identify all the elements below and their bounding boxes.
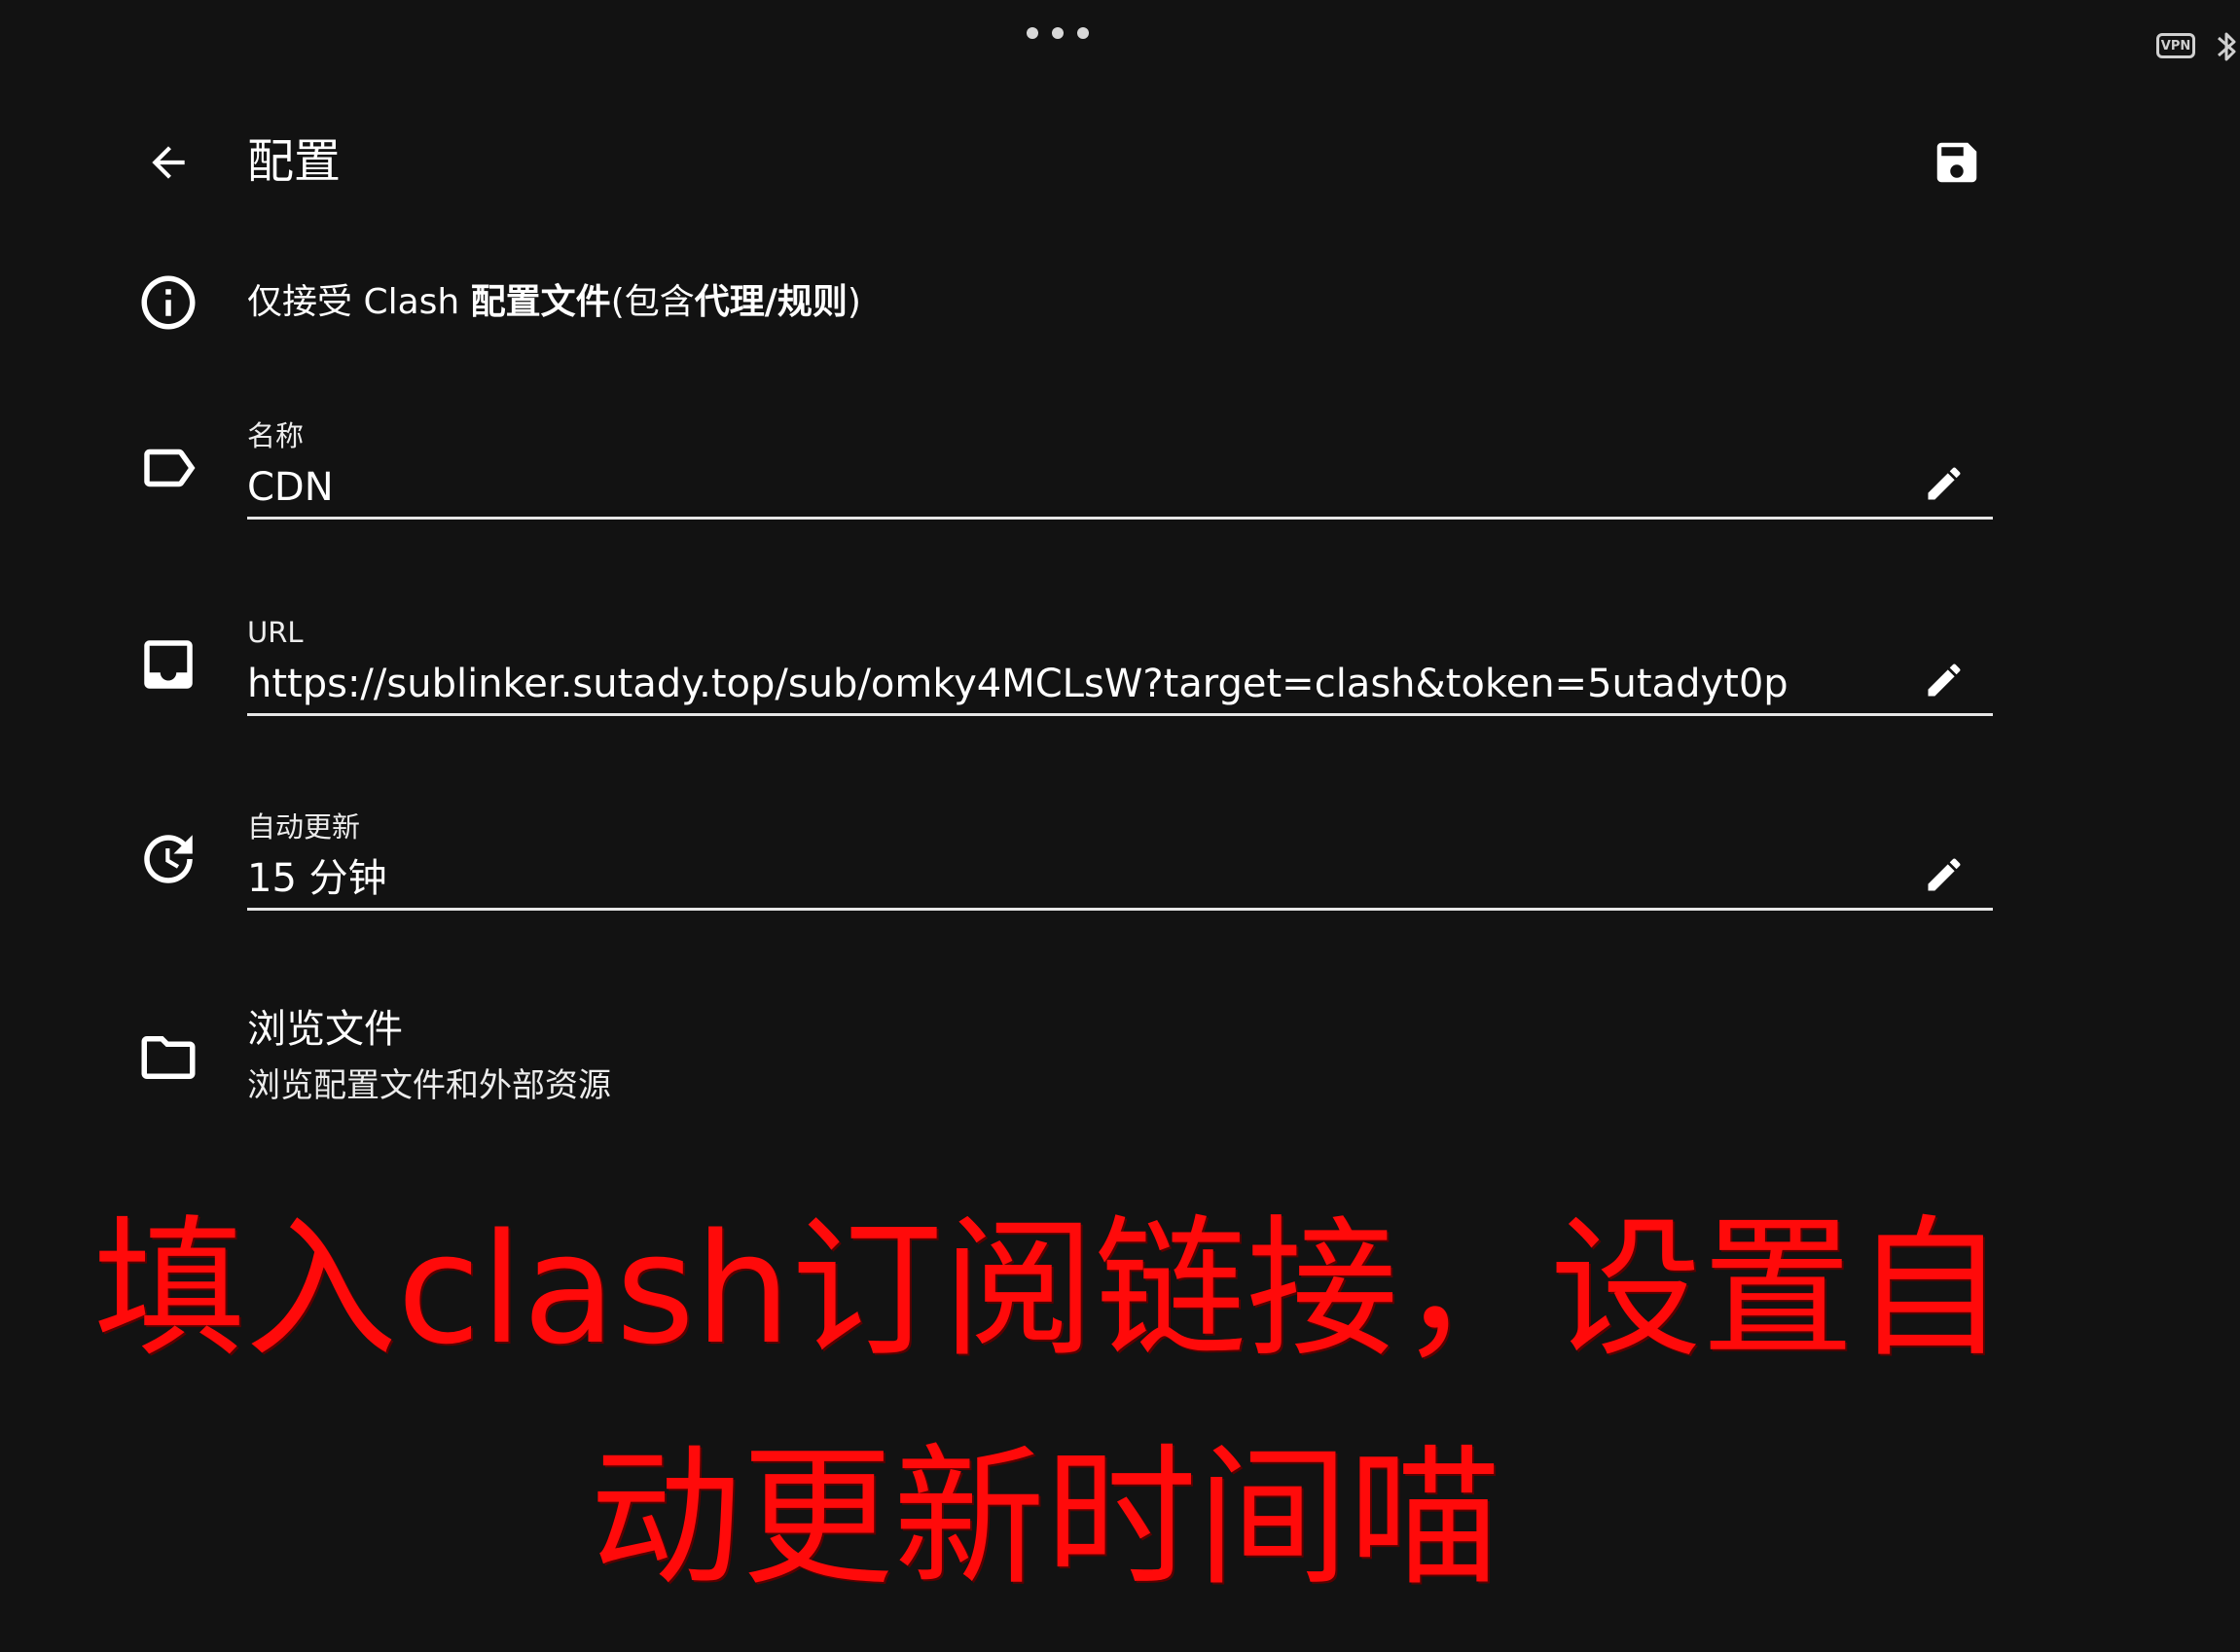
notice-config-file: 配置文件 <box>470 282 611 322</box>
pencil-icon[interactable] <box>1923 462 1966 505</box>
notice-prefix: 仅接受 Clash <box>247 282 471 322</box>
notice-proxy: 代理 <box>694 282 765 322</box>
url-field-input[interactable]: https://sublinker.sutady.top/sub/omky4MC… <box>247 652 1993 716</box>
pencil-icon[interactable] <box>1923 853 1966 896</box>
browse-files-item[interactable]: 浏览文件 浏览配置文件和外部资源 <box>247 1002 611 1109</box>
info-icon <box>136 270 200 335</box>
bluetooth-icon <box>2215 29 2240 64</box>
window-menu-dots[interactable] <box>1027 27 1089 39</box>
auto-update-field[interactable]: 自动更新 15 分钟 <box>247 808 1993 911</box>
app-screen: VPN 配置 仅接受 Clash 配置文件(包含代理/规则) 名称 CDN UR… <box>0 0 2240 1652</box>
overlay-caption-line-1: 填入clash订阅链接，设置自 <box>93 1201 2005 1378</box>
inbox-icon <box>136 632 200 697</box>
update-clock-icon <box>136 827 200 891</box>
page-title: 配置 <box>247 134 342 189</box>
folder-icon <box>136 1025 200 1090</box>
notice-slash: / <box>764 282 777 322</box>
notice-suffix: ) <box>847 282 861 322</box>
url-field-value: https://sublinker.sutady.top/sub/omky4MC… <box>247 662 1788 706</box>
dot <box>1027 27 1038 39</box>
arrow-left-icon <box>152 146 185 179</box>
dot <box>1052 27 1064 39</box>
save-icon <box>1936 142 1977 183</box>
browse-files-subtitle: 浏览配置文件和外部资源 <box>247 1066 611 1105</box>
label-tag-icon <box>136 436 200 500</box>
auto-update-label: 自动更新 <box>247 810 361 844</box>
auto-update-input[interactable]: 15 分钟 <box>247 846 1993 911</box>
name-field-label: 名称 <box>247 419 305 452</box>
name-field-value: CDN <box>247 465 334 510</box>
url-field[interactable]: URL https://sublinker.sutady.top/sub/omk… <box>247 613 1993 716</box>
name-field-input[interactable]: CDN <box>247 455 1993 520</box>
save-button[interactable] <box>1931 136 1983 189</box>
back-button[interactable] <box>144 138 193 187</box>
config-notice: 仅接受 Clash 配置文件(包含代理/规则) <box>247 278 861 327</box>
auto-update-value: 15 分钟 <box>247 856 387 901</box>
vpn-icon: VPN <box>2156 33 2195 58</box>
browse-files-title: 浏览文件 <box>247 1007 403 1052</box>
url-field-label: URL <box>247 616 304 649</box>
notice-rules: 规则 <box>777 282 848 322</box>
dot <box>1077 27 1089 39</box>
pencil-icon[interactable] <box>1923 659 1966 701</box>
name-field[interactable]: 名称 CDN <box>247 416 1993 520</box>
overlay-caption-line-2: 动更新时间喵 <box>590 1429 1500 1606</box>
notice-contains: (包含 <box>610 282 695 322</box>
